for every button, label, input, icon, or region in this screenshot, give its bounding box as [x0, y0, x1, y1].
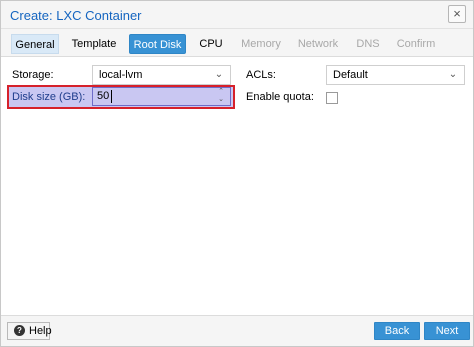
- tab-general[interactable]: General: [11, 34, 59, 54]
- enable-quota-checkbox[interactable]: [326, 92, 338, 104]
- text-caret: [111, 90, 112, 103]
- dialog-title: Create: LXC Container: [10, 8, 142, 23]
- disk-size-label: Disk size (GB):: [12, 91, 86, 103]
- acls-select[interactable]: Default ⌄: [326, 65, 465, 85]
- storage-value: local-lvm: [99, 69, 143, 81]
- tab-root-disk[interactable]: Root Disk: [129, 34, 186, 54]
- close-icon: ×: [453, 6, 461, 21]
- acls-value: Default: [333, 69, 368, 81]
- tab-template[interactable]: Template: [67, 34, 121, 54]
- tab-cpu[interactable]: CPU: [194, 34, 228, 54]
- next-button[interactable]: Next: [424, 322, 470, 340]
- back-button[interactable]: Back: [374, 322, 420, 340]
- tab-network: Network: [297, 38, 339, 50]
- acls-label: ACLs:: [246, 69, 276, 81]
- chevron-down-icon: ⌄: [214, 69, 224, 80]
- create-lxc-dialog: Create: LXC Container × General Template…: [0, 0, 474, 347]
- disk-size-value: 50: [97, 90, 110, 102]
- chevron-down-icon: ⌄: [448, 69, 458, 80]
- spinner-icon[interactable]: ⌃ ⌄: [216, 88, 226, 105]
- dialog-titlebar: Create: LXC Container ×: [1, 1, 473, 29]
- storage-select[interactable]: local-lvm ⌄: [92, 65, 231, 85]
- storage-label: Storage:: [12, 69, 54, 81]
- close-button[interactable]: ×: [448, 5, 466, 23]
- tab-dns: DNS: [356, 38, 380, 50]
- help-button[interactable]: ? Help: [7, 322, 52, 340]
- tab-memory: Memory: [241, 38, 281, 50]
- help-button-label: Help: [29, 325, 52, 337]
- dialog-footer: ? Help Back Next: [1, 315, 473, 346]
- enable-quota-label: Enable quota:: [246, 91, 314, 103]
- disk-size-input[interactable]: 50 ⌃ ⌄: [92, 87, 231, 106]
- tab-confirm: Confirm: [396, 38, 436, 50]
- wizard-tabs: General Template Root Disk CPU Memory Ne…: [1, 29, 473, 57]
- help-icon: ?: [14, 325, 25, 336]
- root-disk-panel: Storage: local-lvm ⌄ Disk size (GB): 50 …: [1, 58, 473, 315]
